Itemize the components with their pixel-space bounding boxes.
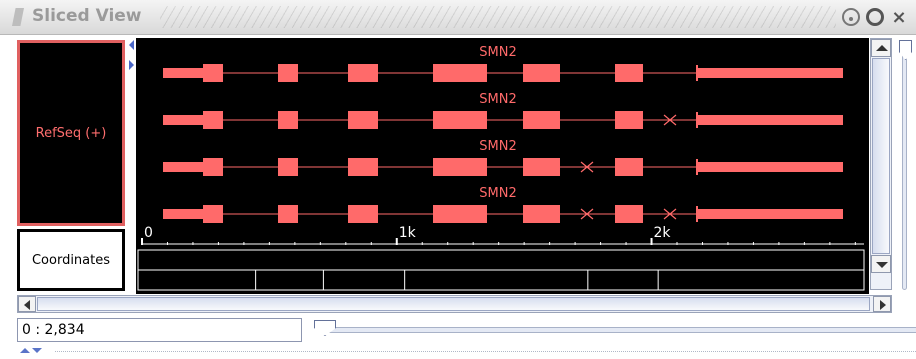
exon xyxy=(697,162,843,172)
exon xyxy=(523,158,560,176)
title-bar[interactable]: Sliced View × xyxy=(0,0,916,35)
sliced-view-window: Sliced View × RefSeq (+) Coordinates SMN… xyxy=(0,0,916,359)
exon xyxy=(523,111,560,129)
exon xyxy=(433,158,487,176)
transcript-name: SMN2 xyxy=(479,45,516,60)
track-label: RefSeq (+) xyxy=(35,125,107,141)
exon xyxy=(348,111,378,129)
status-divider xyxy=(55,351,916,354)
transcript-name: SMN2 xyxy=(479,139,516,154)
exon xyxy=(203,64,223,82)
exon xyxy=(278,111,298,129)
exon xyxy=(697,68,843,78)
arrow-down-icon[interactable] xyxy=(871,255,891,273)
exon xyxy=(615,158,643,176)
exon xyxy=(163,162,203,172)
exon xyxy=(697,115,843,125)
horizontal-zoom-thumb[interactable] xyxy=(314,320,336,336)
horizontal-scroll-thumb[interactable] xyxy=(37,297,870,311)
exon xyxy=(433,64,487,82)
vertical-scroll-thumb[interactable] xyxy=(872,58,890,254)
close-button[interactable]: × xyxy=(890,7,908,28)
grip-icon[interactable] xyxy=(12,8,24,26)
track-label-panel[interactable]: RefSeq (+) xyxy=(17,40,125,226)
transcript-name: SMN2 xyxy=(479,186,516,201)
exon xyxy=(615,205,643,223)
resize-icon[interactable] xyxy=(17,346,49,356)
range-input[interactable] xyxy=(17,318,302,342)
exon xyxy=(615,111,643,129)
track-canvas[interactable]: SMN2 SMN2 SMN2 SMN2 0 1k 2k xyxy=(136,38,869,294)
exon xyxy=(163,209,203,219)
exon xyxy=(163,68,203,78)
exon xyxy=(433,111,487,129)
track-reorder-left-icon[interactable] xyxy=(129,40,134,50)
exon xyxy=(523,205,560,223)
window-title: Sliced View xyxy=(32,6,142,26)
exon xyxy=(433,205,487,223)
exon xyxy=(348,205,378,223)
exon xyxy=(163,115,203,125)
exon xyxy=(697,209,843,219)
transcript-name: SMN2 xyxy=(479,92,516,107)
exon xyxy=(203,158,223,176)
exon xyxy=(615,64,643,82)
minimize-button[interactable] xyxy=(842,8,860,26)
maximize-button[interactable] xyxy=(866,8,884,26)
exon xyxy=(523,64,560,82)
exon xyxy=(278,205,298,223)
title-bar-texture xyxy=(160,6,836,28)
horizontal-scrollbar[interactable] xyxy=(17,295,892,313)
exon xyxy=(278,158,298,176)
arrow-left-icon[interactable] xyxy=(18,296,36,312)
track-reorder-right-icon[interactable] xyxy=(129,60,134,70)
arrow-right-icon[interactable] xyxy=(873,296,891,312)
ruler-tick-label: 0 xyxy=(144,225,153,241)
coordinates-label: Coordinates xyxy=(31,252,111,268)
exon xyxy=(203,111,223,129)
exon xyxy=(278,64,298,82)
exon xyxy=(348,158,378,176)
ruler-tick-label: 2k xyxy=(654,225,672,241)
exon xyxy=(203,205,223,223)
vertical-zoom-track[interactable] xyxy=(902,42,907,290)
arrow-up-icon[interactable] xyxy=(871,39,891,57)
ruler-tick-label: 1k xyxy=(399,225,417,241)
horizontal-zoom-track[interactable] xyxy=(320,327,916,333)
vertical-zoom-thumb[interactable] xyxy=(899,40,912,60)
vertical-zoom-slider[interactable] xyxy=(894,38,916,293)
vertical-scrollbar[interactable] xyxy=(870,38,892,290)
coordinates-label-panel: Coordinates xyxy=(17,229,125,291)
horizontal-zoom-slider[interactable] xyxy=(312,318,916,342)
exon xyxy=(348,64,378,82)
